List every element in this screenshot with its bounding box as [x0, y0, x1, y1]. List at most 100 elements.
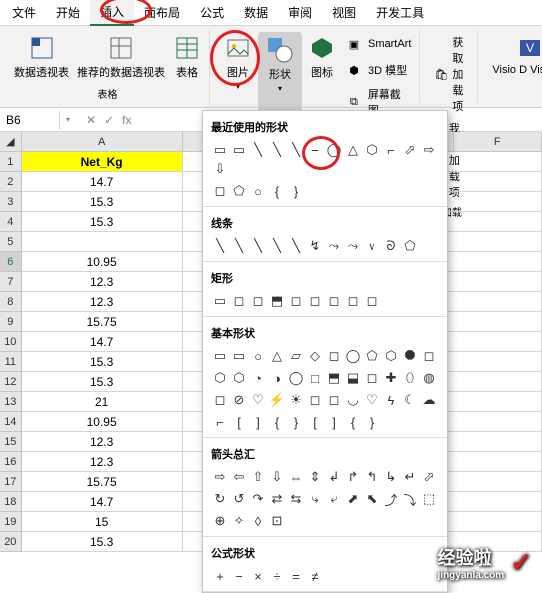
recent-shape-0[interactable]: ▭: [211, 141, 229, 159]
tab-review[interactable]: 审阅: [278, 0, 322, 25]
row-header[interactable]: 14: [0, 412, 22, 432]
row-header[interactable]: 2: [0, 172, 22, 192]
arrow-shape-2[interactable]: ◊: [249, 512, 267, 530]
col-header-a[interactable]: A: [22, 132, 183, 151]
name-box[interactable]: B6: [0, 111, 60, 129]
basic-shape-1[interactable]: [: [230, 413, 248, 431]
recent-shape-9[interactable]: ⌐: [382, 141, 400, 159]
row-header[interactable]: 15: [0, 432, 22, 452]
cell[interactable]: [22, 232, 183, 252]
cell[interactable]: [454, 212, 542, 232]
shapes-button[interactable]: 形状 ▾: [258, 32, 302, 120]
row-header[interactable]: 5: [0, 232, 22, 252]
cell[interactable]: 15: [22, 512, 183, 532]
cell[interactable]: [454, 392, 542, 412]
basic-shape-0[interactable]: ⌐: [211, 413, 229, 431]
recent-shape-2[interactable]: ○: [249, 182, 267, 200]
row-header[interactable]: 11: [0, 352, 22, 372]
basic-shape-10[interactable]: ⬯: [401, 369, 419, 387]
arrow-shape-9[interactable]: ⤴: [382, 490, 400, 508]
basic-shape-4[interactable]: ◯: [287, 369, 305, 387]
cell[interactable]: [454, 232, 542, 252]
cell[interactable]: 15.75: [22, 472, 183, 492]
line-shape-8[interactable]: ᥎: [363, 237, 381, 255]
line-shape-1[interactable]: ╲: [230, 237, 248, 255]
basic-shape-5[interactable]: [: [306, 413, 324, 431]
cell[interactable]: 12.3: [22, 432, 183, 452]
table-button[interactable]: 表格: [171, 32, 203, 82]
tab-layout[interactable]: 面布局: [134, 0, 190, 25]
arrow-shape-1[interactable]: ↺: [230, 490, 248, 508]
row-header[interactable]: 13: [0, 392, 22, 412]
basic-shape-5[interactable]: ◻: [306, 391, 324, 409]
arrow-shape-10[interactable]: ↵: [401, 468, 419, 486]
tab-home[interactable]: 开始: [46, 0, 90, 25]
line-shape-4[interactable]: ╲: [287, 237, 305, 255]
row-header[interactable]: 1: [0, 152, 22, 172]
row-header[interactable]: 10: [0, 332, 22, 352]
cell[interactable]: [454, 152, 542, 172]
formula-shape-2[interactable]: ×: [249, 567, 267, 585]
basic-shape-1[interactable]: ⬡: [230, 369, 248, 387]
arrow-shape-0[interactable]: ⇨: [211, 468, 229, 486]
basic-shape-7[interactable]: ◡: [344, 391, 362, 409]
arrow-shape-4[interactable]: ⇔: [287, 468, 305, 486]
basic-shape-0[interactable]: ⬡: [211, 369, 229, 387]
row-header[interactable]: 16: [0, 452, 22, 472]
cancel-icon[interactable]: ✕: [86, 113, 96, 127]
cell[interactable]: 15.3: [22, 532, 183, 552]
cell[interactable]: 15.3: [22, 212, 183, 232]
arrow-shape-0[interactable]: ⊕: [211, 512, 229, 530]
arrow-shape-3[interactable]: ⇩: [268, 468, 286, 486]
row-header[interactable]: 17: [0, 472, 22, 492]
basic-shape-6[interactable]: ◻: [325, 347, 343, 365]
line-shape-5[interactable]: ↯: [306, 237, 324, 255]
cell[interactable]: [454, 412, 542, 432]
arrow-shape-11[interactable]: ⬚: [420, 490, 438, 508]
formula-shape-1[interactable]: −: [230, 567, 248, 585]
recent-shape-4[interactable]: ╲: [287, 141, 305, 159]
basic-shape-8[interactable]: ♡: [363, 391, 381, 409]
cell[interactable]: [454, 192, 542, 212]
cell[interactable]: 21: [22, 392, 183, 412]
recent-shape-3[interactable]: ╲: [268, 141, 286, 159]
formula-shape-0[interactable]: +: [211, 567, 229, 585]
rect-shape-0[interactable]: ▭: [211, 292, 229, 310]
basic-shape-10[interactable]: ☾: [401, 391, 419, 409]
row-header[interactable]: 8: [0, 292, 22, 312]
arrow-shape-3[interactable]: ⊡: [268, 512, 286, 530]
basic-shape-0[interactable]: ▭: [211, 347, 229, 365]
pivot-table-button[interactable]: 数据透视表: [12, 32, 71, 82]
basic-shape-1[interactable]: ▭: [230, 347, 248, 365]
basic-shape-8[interactable]: }: [363, 413, 381, 431]
cell[interactable]: 14.7: [22, 332, 183, 352]
visio-button[interactable]: V Visio D Visualiz: [490, 32, 542, 78]
enter-icon[interactable]: ✓: [104, 113, 114, 127]
cell[interactable]: 15.3: [22, 352, 183, 372]
basic-shape-2[interactable]: ○: [249, 347, 267, 365]
arrow-shape-10[interactable]: ⤵: [401, 490, 419, 508]
row-header[interactable]: 18: [0, 492, 22, 512]
basic-shape-4[interactable]: }: [287, 413, 305, 431]
cell[interactable]: [454, 252, 542, 272]
cell[interactable]: [454, 492, 542, 512]
tab-formula[interactable]: 公式: [190, 0, 234, 25]
col-header-f[interactable]: F: [454, 132, 542, 151]
recent-shape-11[interactable]: ⇨: [420, 141, 438, 159]
fx-icon[interactable]: fx: [122, 113, 131, 127]
arrow-shape-2[interactable]: ↷: [249, 490, 267, 508]
recent-shape-1[interactable]: ▭: [230, 141, 248, 159]
row-header[interactable]: 12: [0, 372, 22, 392]
cell[interactable]: 14.7: [22, 172, 183, 192]
cell[interactable]: [454, 512, 542, 532]
tab-developer[interactable]: 开发工具: [366, 0, 434, 25]
cell[interactable]: 15.75: [22, 312, 183, 332]
tab-data[interactable]: 数据: [234, 0, 278, 25]
row-header[interactable]: 9: [0, 312, 22, 332]
row-header[interactable]: 6: [0, 252, 22, 272]
arrow-shape-8[interactable]: ↰: [363, 468, 381, 486]
tab-insert[interactable]: 插入: [90, 0, 134, 26]
rect-shape-4[interactable]: ◻: [287, 292, 305, 310]
line-shape-6[interactable]: ⤳: [325, 237, 343, 255]
line-shape-10[interactable]: ⬠: [401, 237, 419, 255]
